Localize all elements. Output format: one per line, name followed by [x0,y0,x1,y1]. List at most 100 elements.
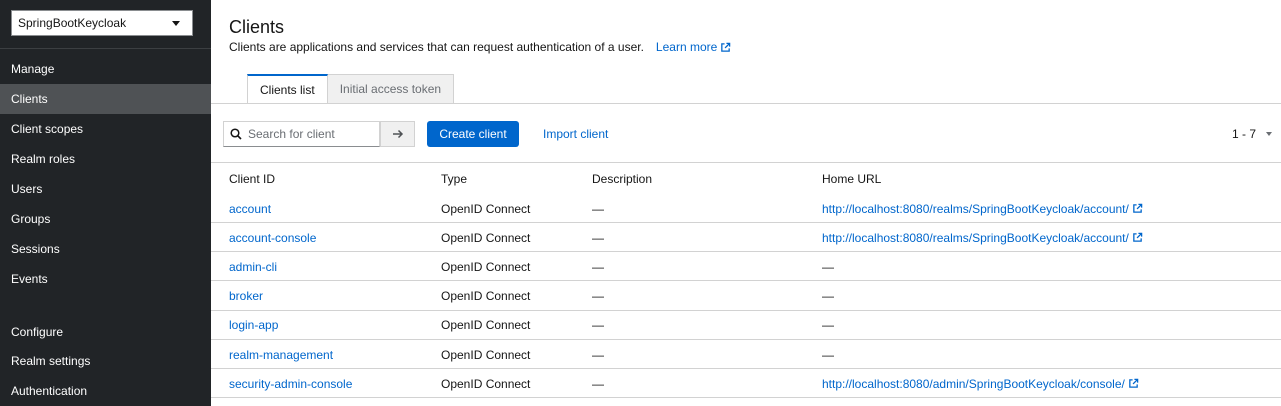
client-type: OpenID Connect [441,194,530,223]
client-description-text: — [592,259,604,274]
home-url-text: — [822,318,834,333]
client-type-text: OpenID Connect [441,230,531,245]
arrow-right-icon [392,129,403,139]
client-id-link[interactable]: realm-management [229,340,333,369]
caret-down-icon [1266,132,1273,136]
search-box [223,121,380,147]
table-row: admin-cli OpenID Connect — — [211,252,1281,282]
client-id-link[interactable]: admin-cli [229,252,277,281]
search-input[interactable] [248,127,378,141]
client-id-link-text: broker [229,289,264,304]
client-id-link-text: login-app [229,318,279,333]
home-url-link-text: http://localhost:8080/admin/SpringBootKe… [822,376,1125,391]
client-type-text: OpenID Connect [441,259,531,274]
home-url-link[interactable]: http://localhost:8080/realms/SpringBootK… [822,194,1143,223]
client-description-text: — [592,289,604,304]
home-url: — [822,311,834,340]
column-header-home-url: Home URL [822,172,882,186]
main-content: Clients Clients are applications and ser… [211,0,1281,406]
external-link-icon [1129,378,1139,388]
table-row: account OpenID Connect — http://localhost:8… [211,194,1281,223]
client-description: — [592,311,604,340]
client-type: OpenID Connect [441,340,530,369]
pagination-label: 1 - 7 [1232,127,1257,141]
sidebar-divider [0,48,211,49]
client-description-text: — [592,347,604,362]
client-type-text: OpenID Connect [441,376,531,391]
client-description: — [592,282,604,311]
table-row: login-app OpenID Connect — — [211,311,1281,340]
client-description: — [592,369,604,398]
client-id-link[interactable]: security-admin-console [229,369,352,398]
external-link-icon [1133,203,1143,213]
client-type: OpenID Connect [441,369,530,398]
tabs-divider [211,103,1281,104]
column-header-description: Description [592,172,653,186]
sidebar-item-label: Clients [11,92,48,106]
client-type: OpenID Connect [441,252,530,281]
import-client-button[interactable]: Import client [543,121,608,147]
client-description-text: — [592,201,604,216]
pagination-toggle[interactable]: 1 - 7 [1232,121,1273,147]
home-url-link[interactable]: http://localhost:8080/admin/SpringBootKe… [822,369,1139,398]
sidebar-item-sessions[interactable]: Sessions [0,234,211,264]
sidebar: SpringBootKeycloak Manage Clients Client… [0,0,211,406]
client-id-link-text: account [229,201,272,216]
learn-more-link[interactable]: Learn more [656,40,731,54]
client-type-text: OpenID Connect [441,201,531,216]
sidebar-item-label: Events [11,272,48,286]
sidebar-item-authentication[interactable]: Authentication [0,376,211,406]
home-url-link-text: http://localhost:8080/realms/SpringBootK… [822,230,1129,245]
table-row: broker OpenID Connect — — [211,282,1281,311]
sidebar-item-events[interactable]: Events [0,264,211,294]
home-url-text: — [822,259,834,274]
search-submit-button[interactable] [380,121,415,147]
page-description: Clients are applications and services th… [229,40,731,54]
client-id-link[interactable]: broker [229,282,263,311]
home-url: — [822,340,834,369]
home-url-link[interactable]: http://localhost:8080/realms/SpringBootK… [822,223,1143,252]
client-type-text: OpenID Connect [441,289,531,304]
sidebar-item-label: Users [11,182,43,196]
tab-label: Clients list [260,83,315,97]
realm-name: SpringBootKeycloak [18,16,127,30]
home-url: — [822,282,834,311]
external-link-icon [721,42,731,52]
table-row: realm-management OpenID Connect — — [211,340,1281,369]
sidebar-item-groups[interactable]: Groups [0,204,211,234]
client-id-link[interactable]: login-app [229,311,278,340]
sidebar-item-users[interactable]: Users [0,174,211,204]
client-id-link-text: account-console [229,230,317,245]
sidebar-item-label: Groups [11,212,51,226]
sidebar-item-label: Realm roles [11,152,76,166]
client-id-link-text: admin-cli [229,259,278,274]
client-description: — [592,340,604,369]
client-description-text: — [592,230,604,245]
client-id-link[interactable]: account-console [229,223,316,252]
home-url-text: — [822,289,834,304]
client-description: — [592,194,604,223]
nav-group-manage: Manage [11,62,55,76]
tab-initial-access-token[interactable]: Initial access token [327,74,455,104]
realm-selector[interactable]: SpringBootKeycloak [11,10,193,36]
sidebar-item-clients[interactable]: Clients [0,84,211,114]
client-id-link[interactable]: account [229,194,271,223]
tab-clients-list[interactable]: Clients list [247,74,328,104]
client-description-text: — [592,376,604,391]
sidebar-item-realm-settings[interactable]: Realm settings [0,346,211,376]
sidebar-item-label: Authentication [11,384,88,398]
table-row: account-console OpenID Connect — http://loc… [211,223,1281,253]
client-type-text: OpenID Connect [441,347,531,362]
create-client-button[interactable]: Create client [427,121,519,147]
client-description: — [592,252,604,281]
sidebar-item-label: Realm settings [11,354,91,368]
client-description-text: — [592,318,604,333]
sidebar-item-client-scopes[interactable]: Client scopes [0,114,211,144]
client-type: OpenID Connect [441,282,530,311]
nav-group-configure: Configure [11,325,64,339]
page-title: Clients [229,17,285,37]
home-url: — [822,252,834,281]
client-id-link-text: realm-management [229,347,334,362]
column-header-client-id: Client ID [229,172,276,186]
sidebar-item-realm-roles[interactable]: Realm roles [0,144,211,174]
